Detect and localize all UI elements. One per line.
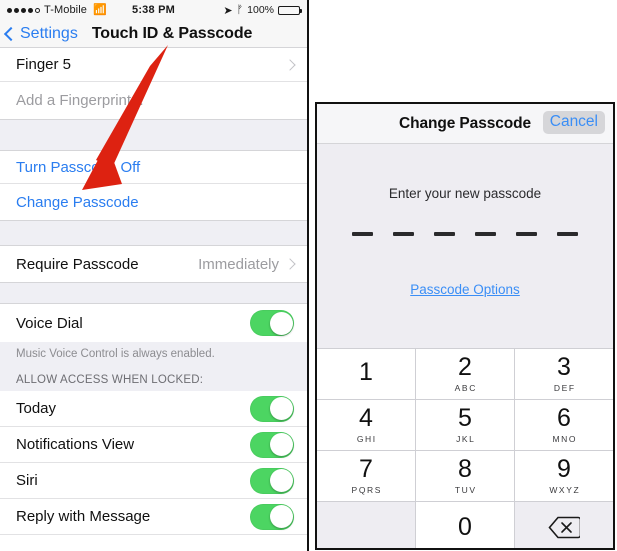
row-finger-5[interactable]: Finger 5 [0,48,307,82]
battery-percent-label: 100% [247,4,274,16]
keypad-digit: 0 [458,512,472,541]
keypad-key-6[interactable]: 6 MNO [515,400,613,450]
passcode-slot [352,232,373,236]
row-voice-dial[interactable]: Voice Dial [0,304,307,342]
row-notifications-view[interactable]: Notifications View [0,427,307,463]
keypad-key-3[interactable]: 3 DEF [515,349,613,399]
row-label-change-passcode: Change Passcode [16,193,139,211]
section-gap-3 [0,282,307,304]
delete-icon [548,516,580,538]
change-passcode-header: Change Passcode Cancel [317,104,613,144]
toggle-siri[interactable] [250,467,294,494]
settings-panel: T-Mobile 📶 5:38 PM ➤ ᚠ 100% Settings Tou… [0,0,309,551]
keypad-key-9[interactable]: 9 WXYZ [515,451,613,501]
keypad-letters: WXYZ [549,485,581,495]
keypad-digit: 2 [458,353,472,381]
passcode-options-link[interactable]: Passcode Options [410,282,520,297]
bluetooth-icon: ᚠ [236,4,244,16]
keypad-digit: 3 [557,353,571,381]
row-label-require-passcode: Require Passcode [16,255,139,273]
back-button[interactable]: Settings [3,24,78,43]
row-require-passcode[interactable]: Require Passcode Immediately [0,246,307,282]
passcode-slot [516,232,537,236]
keypad-digit: 8 [458,455,472,483]
keypad-letters: MNO [552,434,578,444]
row-siri[interactable]: Siri [0,463,307,499]
keypad-key-0[interactable]: 0 [416,502,514,548]
page-title: Touch ID & Passcode [91,24,253,42]
row-label-finger-5: Finger 5 [16,56,72,73]
row-label-add-fingerprint: Add a Fingerprint... [16,92,144,109]
keypad-digit: 1 [359,358,373,386]
toggle-voice-dial[interactable] [250,310,294,336]
row-label-siri: Siri [16,472,38,489]
keypad-key-delete[interactable] [515,502,613,548]
toggle-today[interactable] [250,395,294,422]
passcode-slot [393,232,414,236]
row-label-notifications-view: Notifications View [16,436,135,453]
row-reply-with-message[interactable]: Reply with Message [0,499,307,535]
keypad-letters: DEF [553,383,576,393]
cancel-button[interactable]: Cancel [542,111,605,134]
numeric-keypad: 1 2 ABC 3 DEF 4 GHI 5 JKL 6 MNO 7 PQRS 8 [317,348,613,548]
keypad-letters: JKL [456,434,476,444]
keypad-key-blank [317,502,415,548]
passcode-slot [557,232,578,236]
battery-icon [278,5,302,15]
passcode-slot [434,232,455,236]
location-arrow-icon: ➤ [223,4,233,17]
allow-access-section-header: ALLOW ACCESS WHEN LOCKED: [0,364,307,391]
keypad-digit: 5 [458,404,472,432]
voice-dial-footnote: Music Voice Control is always enabled. [0,342,307,364]
chevron-right-icon [284,258,296,270]
row-label-turn-passcode-off: Turn Passcode Off [16,158,141,176]
passcode-slot [475,232,496,236]
keypad-key-2[interactable]: 2 ABC [416,349,514,399]
chevron-left-icon [3,26,19,41]
keypad-digit: 4 [359,404,373,432]
row-add-fingerprint[interactable]: Add a Fingerprint... [0,82,307,119]
row-change-passcode[interactable]: Change Passcode [0,184,307,220]
section-gap-2 [0,220,307,246]
keypad-letters: ABC [454,383,477,393]
keypad-key-1[interactable]: 1 [317,349,415,399]
row-label-today: Today [16,400,57,417]
keypad-letters: PQRS [351,485,383,495]
row-today[interactable]: Today [0,391,307,427]
change-passcode-body: Enter your new passcode Passcode Options [317,144,613,348]
keypad-key-5[interactable]: 5 JKL [416,400,514,450]
status-bar-right: ➤ ᚠ 100% [223,4,302,17]
row-turn-passcode-off[interactable]: Turn Passcode Off [0,151,307,184]
change-passcode-title: Change Passcode [398,114,532,132]
keypad-digit: 9 [557,455,571,483]
row-label-voice-dial: Voice Dial [16,314,83,332]
status-bar: T-Mobile 📶 5:38 PM ➤ ᚠ 100% [0,0,307,20]
change-passcode-dialog: Change Passcode Cancel Enter your new pa… [315,102,615,550]
keypad-letters: TUV [454,485,477,495]
keypad-key-8[interactable]: 8 TUV [416,451,514,501]
row-label-reply-with-message: Reply with Message [16,508,151,525]
toggle-reply-with-message[interactable] [250,503,294,530]
keypad-letters: GHI [356,434,377,444]
back-button-label: Settings [20,24,78,42]
chevron-right-icon [284,58,296,71]
keypad-key-4[interactable]: 4 GHI [317,400,415,450]
passcode-prompt: Enter your new passcode [388,186,542,201]
passcode-slots [352,232,578,236]
row-value-require-passcode: Immediately [198,255,279,273]
toggle-notifications-view[interactable] [250,431,294,458]
navigation-bar: Settings Touch ID & Passcode [0,20,307,48]
keypad-key-7[interactable]: 7 PQRS [317,451,415,501]
section-gap-1 [0,119,307,151]
keypad-digit: 6 [557,404,571,432]
keypad-digit: 7 [359,455,373,483]
